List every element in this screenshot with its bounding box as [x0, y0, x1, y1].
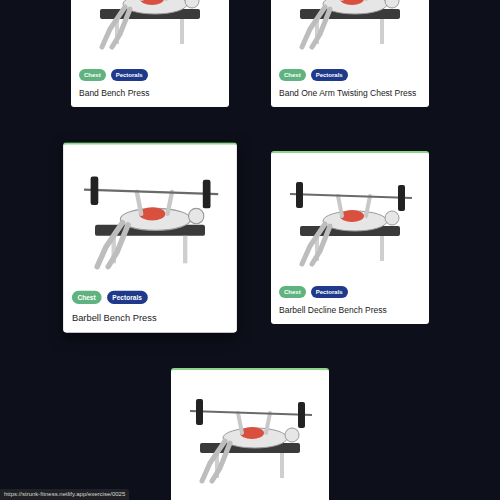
exercise-image — [79, 0, 221, 64]
exercise-image — [279, 0, 421, 64]
exercise-title[interactable]: Band One Arm Twisting Chest Press — [279, 87, 421, 99]
exercise-title[interactable]: Band Bench Press — [79, 87, 221, 99]
exercise-card[interactable]: Chest Pectorals Band One Arm Twisting Ches… — [271, 0, 429, 107]
tag-badge: Chest — [279, 69, 306, 81]
exercise-image — [279, 161, 421, 281]
tag-badge: Chest — [72, 291, 101, 304]
tag-badge: Chest — [79, 69, 106, 81]
tag-list: Chest Pectorals — [279, 69, 421, 81]
exercise-grid: Chest Pectorals Band Bench Press Chest Pecto… — [71, 0, 429, 500]
exercise-card[interactable]: Chest Pectorals Band Bench Press — [71, 0, 229, 107]
exercise-illustration-icon — [73, 159, 227, 280]
exercise-illustration-icon — [80, 0, 220, 59]
card-row: Chest Pectorals Band Bench Press Chest Pecto… — [71, 0, 429, 107]
tag-badge: Chest — [279, 286, 306, 298]
exercise-image — [72, 153, 228, 285]
card-row — [71, 368, 429, 500]
tag-list: Chest Pectorals — [79, 69, 221, 81]
exercise-illustration-icon — [280, 0, 420, 59]
exercise-image — [179, 378, 321, 498]
tag-badge: Pectorals — [111, 69, 148, 81]
exercise-card[interactable] — [171, 368, 329, 500]
exercise-illustration-icon — [280, 166, 420, 276]
exercise-title[interactable]: Barbell Decline Bench Press — [279, 304, 421, 316]
tag-badge: Pectorals — [107, 291, 148, 304]
tag-list: Chest Pectorals — [279, 286, 421, 298]
status-bar: https://strunk-fitness.netlify.app/exerc… — [0, 489, 129, 500]
exercise-title[interactable]: Barbell Bench Press — [72, 311, 228, 324]
card-row: Chest Pectorals Barbell Bench Press Chest Pe… — [71, 151, 429, 324]
exercise-card[interactable]: Chest Pectorals Barbell Decline Bench Pres… — [271, 151, 429, 324]
tag-list: Chest Pectorals — [72, 291, 228, 304]
exercise-illustration-icon — [180, 383, 320, 493]
tag-badge: Pectorals — [311, 69, 348, 81]
exercise-card[interactable]: Chest Pectorals Barbell Bench Press — [63, 142, 237, 332]
tag-badge: Pectorals — [311, 286, 348, 298]
